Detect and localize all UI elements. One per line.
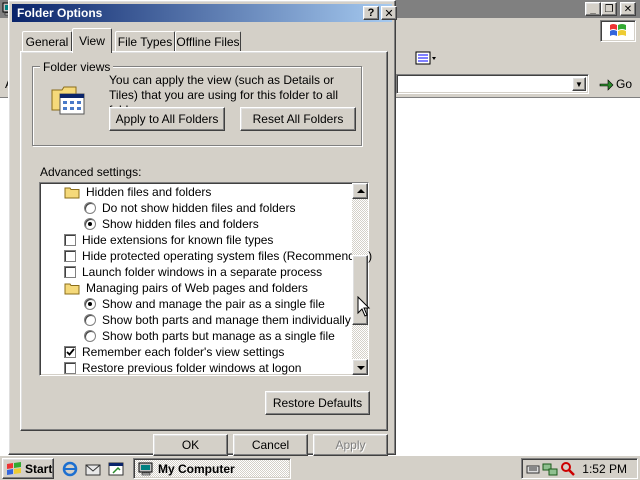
setting-label: Show both parts but manage as a single f… bbox=[102, 329, 335, 343]
settings-group: Hidden files and folders bbox=[64, 184, 211, 200]
apply-button[interactable]: Apply bbox=[313, 434, 388, 456]
mouse-pointer-icon bbox=[357, 296, 371, 317]
settings-radio-option[interactable]: Show hidden files and folders bbox=[84, 216, 259, 232]
advanced-settings-label: Advanced settings: bbox=[40, 165, 142, 179]
outlook-express-icon[interactable] bbox=[84, 460, 102, 478]
scroll-down-button[interactable] bbox=[352, 359, 368, 375]
windows-flag-icon bbox=[7, 461, 21, 475]
folder-icon bbox=[64, 283, 80, 294]
radio-button[interactable] bbox=[84, 298, 96, 310]
ok-button[interactable]: OK bbox=[153, 434, 228, 456]
apply-to-all-folders-button[interactable]: Apply to All Folders bbox=[109, 107, 225, 131]
task-label: My Computer bbox=[158, 461, 235, 476]
advanced-settings-list: Hidden files and folders Do not show hidd… bbox=[39, 182, 372, 376]
reset-all-folders-button[interactable]: Reset All Folders bbox=[240, 107, 356, 131]
setting-label: Show and manage the pair as a single fil… bbox=[102, 297, 325, 311]
radio-button[interactable] bbox=[84, 330, 96, 342]
settings-radio-option[interactable]: Do not show hidden files and folders bbox=[84, 200, 295, 216]
computer-icon bbox=[138, 462, 153, 475]
taskbar-item-my-computer[interactable]: My Computer bbox=[133, 458, 291, 479]
network-icon[interactable] bbox=[542, 461, 558, 477]
settings-radio-option[interactable]: Show and manage the pair as a single fil… bbox=[84, 296, 325, 312]
settings-scrollbar[interactable] bbox=[352, 183, 368, 375]
folder-views-legend: Folder views bbox=[40, 60, 114, 74]
folder-views-icon bbox=[51, 86, 85, 115]
restore-defaults-button[interactable]: Restore Defaults bbox=[265, 391, 370, 415]
settings-checkbox-option[interactable]: Hide protected operating system files (R… bbox=[64, 248, 372, 264]
show-desktop-icon[interactable] bbox=[107, 460, 125, 478]
checkbox[interactable] bbox=[64, 362, 76, 374]
setting-label: Show hidden files and folders bbox=[102, 217, 259, 231]
setting-label: Do not show hidden files and folders bbox=[102, 201, 296, 215]
folder-icon bbox=[64, 187, 80, 198]
checkbox[interactable] bbox=[64, 234, 76, 246]
settings-group: Managing pairs of Web pages and folders bbox=[64, 280, 308, 296]
checkbox[interactable] bbox=[64, 250, 76, 262]
setting-label: Remember each folder's view settings bbox=[82, 345, 285, 359]
checkbox[interactable] bbox=[64, 266, 76, 278]
scroll-up-button[interactable] bbox=[352, 183, 368, 199]
setting-label: Managing pairs of Web pages and folders bbox=[86, 281, 308, 295]
up-arrow-icon bbox=[357, 189, 365, 193]
keyboard-icon[interactable] bbox=[526, 462, 540, 476]
radio-button[interactable] bbox=[84, 202, 96, 214]
setting-label: Show both parts and manage them individu… bbox=[102, 313, 351, 327]
setting-label: Hide extensions for known file types bbox=[82, 233, 274, 247]
start-button[interactable]: Start bbox=[2, 458, 54, 479]
settings-checkbox-option[interactable]: Hide extensions for known file types bbox=[64, 232, 273, 248]
clock: 1:52 PM bbox=[582, 462, 627, 476]
down-arrow-icon bbox=[357, 366, 365, 370]
start-label: Start bbox=[25, 461, 53, 476]
taskbar: Start My Computer 1:52 PM bbox=[0, 455, 640, 480]
cancel-button[interactable]: Cancel bbox=[233, 434, 308, 456]
magnifier-icon[interactable] bbox=[560, 461, 576, 477]
settings-checkbox-option[interactable]: Launch folder windows in a separate proc… bbox=[64, 264, 322, 280]
system-tray: 1:52 PM bbox=[521, 458, 638, 479]
settings-radio-option[interactable]: Show both parts and manage them individu… bbox=[84, 312, 351, 328]
settings-checkbox-option[interactable]: Restore previous folder windows at logon bbox=[64, 360, 301, 376]
setting-label: Hide protected operating system files (R… bbox=[82, 249, 373, 263]
setting-label: Hidden files and folders bbox=[86, 185, 212, 199]
radio-button[interactable] bbox=[84, 314, 96, 326]
radio-button[interactable] bbox=[84, 218, 96, 230]
setting-label: Launch folder windows in a separate proc… bbox=[82, 265, 323, 279]
checkbox[interactable] bbox=[64, 346, 76, 358]
setting-label: Restore previous folder windows at logon bbox=[82, 361, 302, 375]
internet-explorer-icon[interactable] bbox=[61, 460, 79, 478]
settings-radio-option[interactable]: Show both parts but manage as a single f… bbox=[84, 328, 335, 344]
settings-checkbox-option[interactable]: Remember each folder's view settings bbox=[64, 344, 284, 360]
